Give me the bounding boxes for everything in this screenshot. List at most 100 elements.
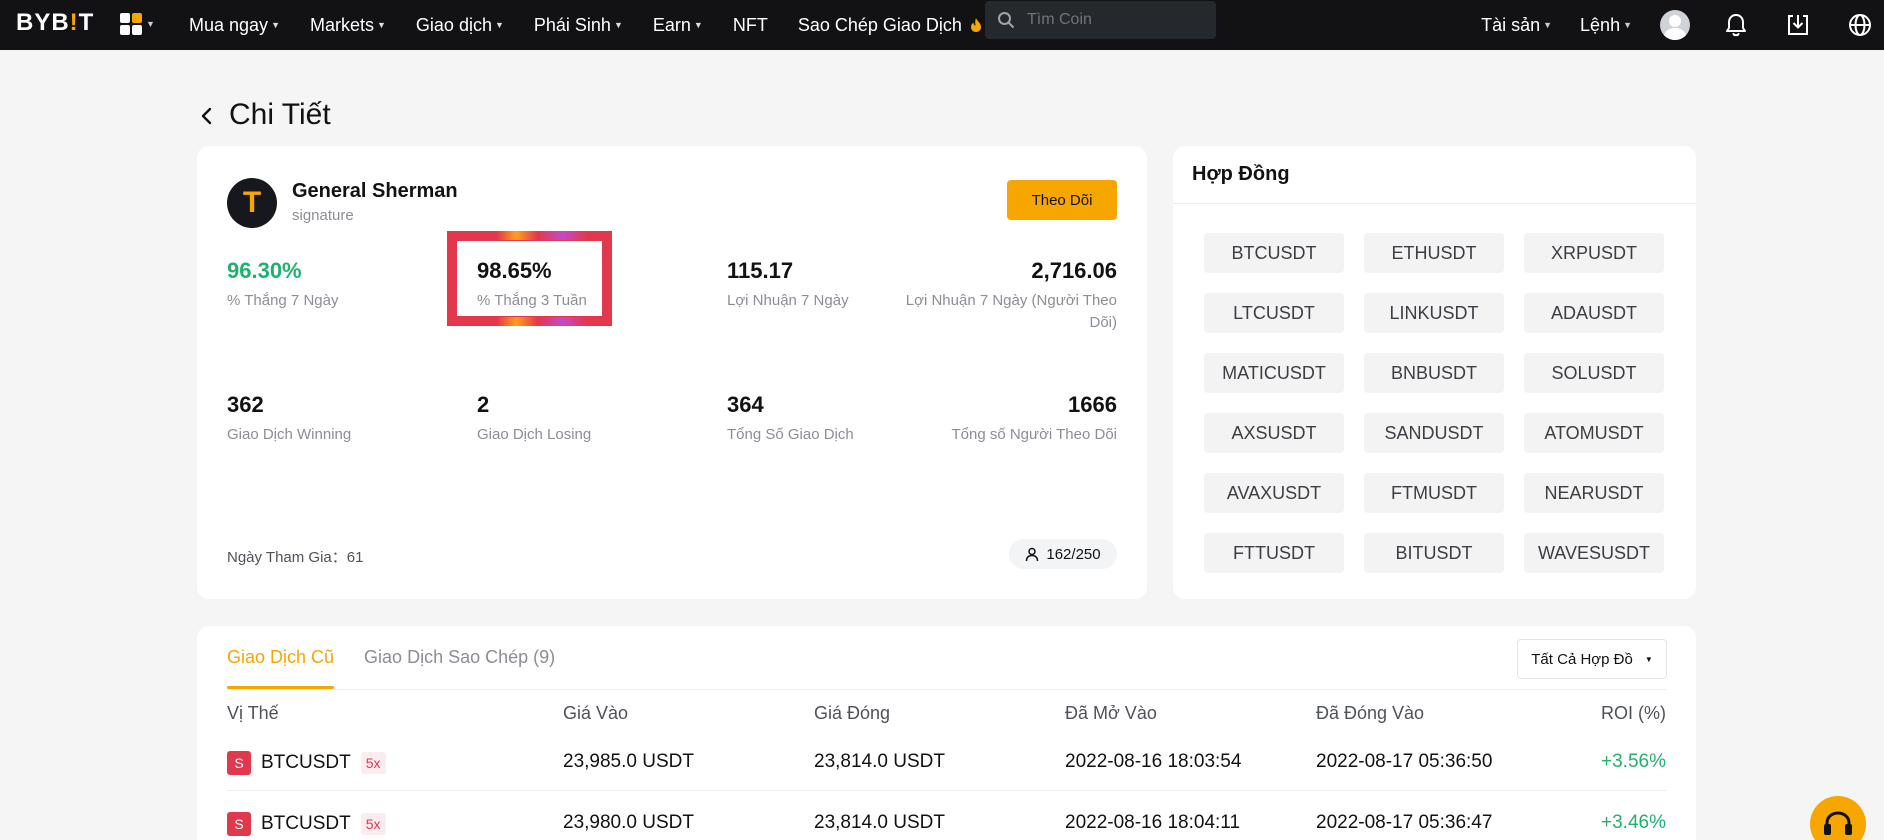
leverage-badge: 5x (360, 813, 386, 835)
divider (1173, 203, 1696, 204)
closed-time: 2022-08-17 05:36:47 (1316, 812, 1493, 833)
symbol: BTCUSDT (261, 752, 351, 773)
download-icon (1788, 15, 1808, 35)
opened-time: 2022-08-16 18:03:54 (1065, 751, 1242, 772)
nav-item-label: Mua ngay (189, 14, 269, 35)
trader-subtitle: signature (292, 207, 354, 224)
notification-button[interactable] (1720, 9, 1752, 41)
table-header: Vị Thế Giá Vào Giá Đóng Đã Mở Vào Đã Đón… (227, 703, 1666, 729)
contract-chip[interactable]: ETHUSDT (1364, 233, 1504, 273)
join-date-value: 61 (346, 549, 364, 566)
contract-chip[interactable]: XRPUSDT (1524, 233, 1664, 273)
stat-label: % Thắng 7 Ngày (227, 292, 339, 309)
chevron-down-icon: ▼ (146, 19, 155, 29)
user-icon (1026, 547, 1039, 561)
stat-value: 98.65% (477, 258, 552, 283)
contract-chip[interactable]: BITUSDT (1364, 533, 1504, 573)
nav-item-label: Markets (309, 14, 374, 35)
contract-chip[interactable]: SOLUSDT (1524, 353, 1664, 393)
contract-chip[interactable]: BTCUSDT (1204, 233, 1344, 273)
opened-time: 2022-08-16 18:04:11 (1065, 812, 1241, 833)
column-header: Giá Vào (563, 703, 629, 723)
entry-price: 23,985.0 USDT (563, 751, 694, 772)
trader-name: General Sherman (292, 180, 458, 202)
chevron-down-icon: ▼ (613, 20, 623, 30)
nav-item-markets[interactable]: Markets ▼ (310, 15, 386, 36)
trader-avatar: T (227, 178, 277, 228)
chevron-down-icon: ▼ (1543, 20, 1553, 30)
nav-item-label: Phái Sinh (533, 14, 611, 35)
trader-avatar-letter: T (242, 186, 262, 219)
contract-chip[interactable]: AVAXUSDT (1204, 473, 1344, 513)
apps-menu-button[interactable]: ▼ (120, 9, 162, 39)
divider (227, 689, 1666, 690)
contract-chip[interactable]: FTMUSDT (1364, 473, 1504, 513)
support-chat-button[interactable] (1810, 796, 1866, 840)
assets-label: Tài sản (1481, 14, 1541, 35)
contract-chip[interactable]: FTTUSDT (1204, 533, 1344, 573)
chevron-down-icon: ▼ (693, 20, 703, 30)
closed-time: 2022-08-17 05:36:50 (1316, 751, 1493, 772)
filter-value: Tất Cả Hợp Đồ (1531, 650, 1633, 668)
contract-chip[interactable]: ADAUSDT (1524, 293, 1664, 333)
history-tabs: Giao Dịch Cũ Giao Dịch Sao Chép (9) (227, 626, 585, 689)
contract-chip[interactable]: SANDUSDT (1364, 413, 1504, 453)
join-date: Ngày Tham Gia：61 (227, 546, 363, 567)
follow-button[interactable]: Theo Dõi (1007, 180, 1117, 220)
contract-chip[interactable]: NEARUSDT (1524, 473, 1664, 513)
tab-history[interactable]: Giao Dịch Cũ (227, 626, 335, 689)
position-cell: S BTCUSDT 5x (227, 751, 386, 775)
stat-label: Giao Dịch Losing (477, 426, 592, 443)
follower-capacity-value: 162/250 (1046, 545, 1101, 563)
column-header: Giá Đóng (814, 703, 891, 723)
contract-chip[interactable]: LINKUSDT (1364, 293, 1504, 333)
contract-chip[interactable]: AXSUSDT (1204, 413, 1344, 453)
bybit-logo[interactable]: BYB!T (16, 9, 94, 37)
stat-label: Tổng số Người Theo Dõi (951, 426, 1117, 443)
nav-item-derivatives[interactable]: Phái Sinh ▼ (534, 15, 623, 36)
nav-item-label: NFT (732, 14, 768, 35)
user-avatar[interactable] (1660, 10, 1690, 40)
contract-chip[interactable]: WAVESUSDT (1524, 533, 1664, 573)
logo-text-prefix: BYB (16, 9, 70, 36)
apps-grid-icon (120, 13, 142, 35)
stat-total-followers: 1666 Tổng số Người Theo Dõi (897, 392, 1117, 446)
back-button[interactable] (197, 104, 217, 128)
chevron-down-icon: ▼ (1644, 654, 1653, 664)
nav-item-buy[interactable]: Mua ngay ▼ (189, 15, 280, 36)
top-navbar: BYB!T ▼ Mua ngay ▼ Markets ▼ Giao dịch ▼ Ph… (0, 0, 1884, 50)
bell-icon (1726, 14, 1746, 37)
fire-icon (970, 18, 981, 32)
nav-item-nft[interactable]: NFT (733, 15, 768, 36)
column-header: ROI (%) (1601, 703, 1666, 723)
logo-text-suffix: T (78, 9, 95, 36)
stat-win-rate-7d: 96.30% % Thắng 7 Ngày (227, 258, 437, 312)
search-box[interactable] (985, 1, 1216, 39)
nav-item-label: Giao dịch (415, 14, 492, 35)
contract-chip[interactable]: LTCUSDT (1204, 293, 1344, 333)
page-title: Chi Tiết (229, 98, 331, 131)
roi-value: +3.46% (1601, 812, 1666, 833)
chevron-down-icon: ▼ (1623, 20, 1632, 30)
language-button[interactable] (1844, 9, 1876, 41)
contract-chip[interactable]: ATOMUSDT (1524, 413, 1664, 453)
headset-icon (1824, 811, 1852, 835)
nav-item-copy-trading[interactable]: Sao Chép Giao Dịch (798, 15, 983, 36)
nav-item-trade[interactable]: Giao dịch ▼ (416, 15, 504, 36)
orders-menu[interactable]: Lệnh ▼ (1580, 15, 1632, 36)
contract-chip[interactable]: MATICUSDT (1204, 353, 1344, 393)
contracts-card: Hợp Đồng BTCUSDT ETHUSDT XRPUSDT LTCUSDT… (1173, 146, 1696, 599)
contract-filter-select[interactable]: Tất Cả Hợp Đồ ▼ (1517, 639, 1667, 679)
trade-history-card: Giao Dịch Cũ Giao Dịch Sao Chép (9) Tất … (197, 626, 1696, 840)
nav-item-earn[interactable]: Earn ▼ (653, 15, 703, 36)
contract-chip[interactable]: BNBUSDT (1364, 353, 1504, 393)
assets-menu[interactable]: Tài sản ▼ (1481, 15, 1552, 36)
logo-text-accent: ! (69, 9, 79, 36)
stat-follower-pnl-7d: 2,716.06 Lợi Nhuận 7 Ngày (Người Theo Dõ… (897, 258, 1117, 334)
tab-copy-trades[interactable]: Giao Dịch Sao Chép (9) (364, 626, 555, 689)
search-input[interactable] (1027, 11, 1197, 29)
close-price: 23,814.0 USDT (814, 812, 945, 833)
symbol: BTCUSDT (261, 813, 351, 834)
download-button[interactable] (1782, 9, 1814, 41)
globe-icon (1849, 14, 1871, 36)
